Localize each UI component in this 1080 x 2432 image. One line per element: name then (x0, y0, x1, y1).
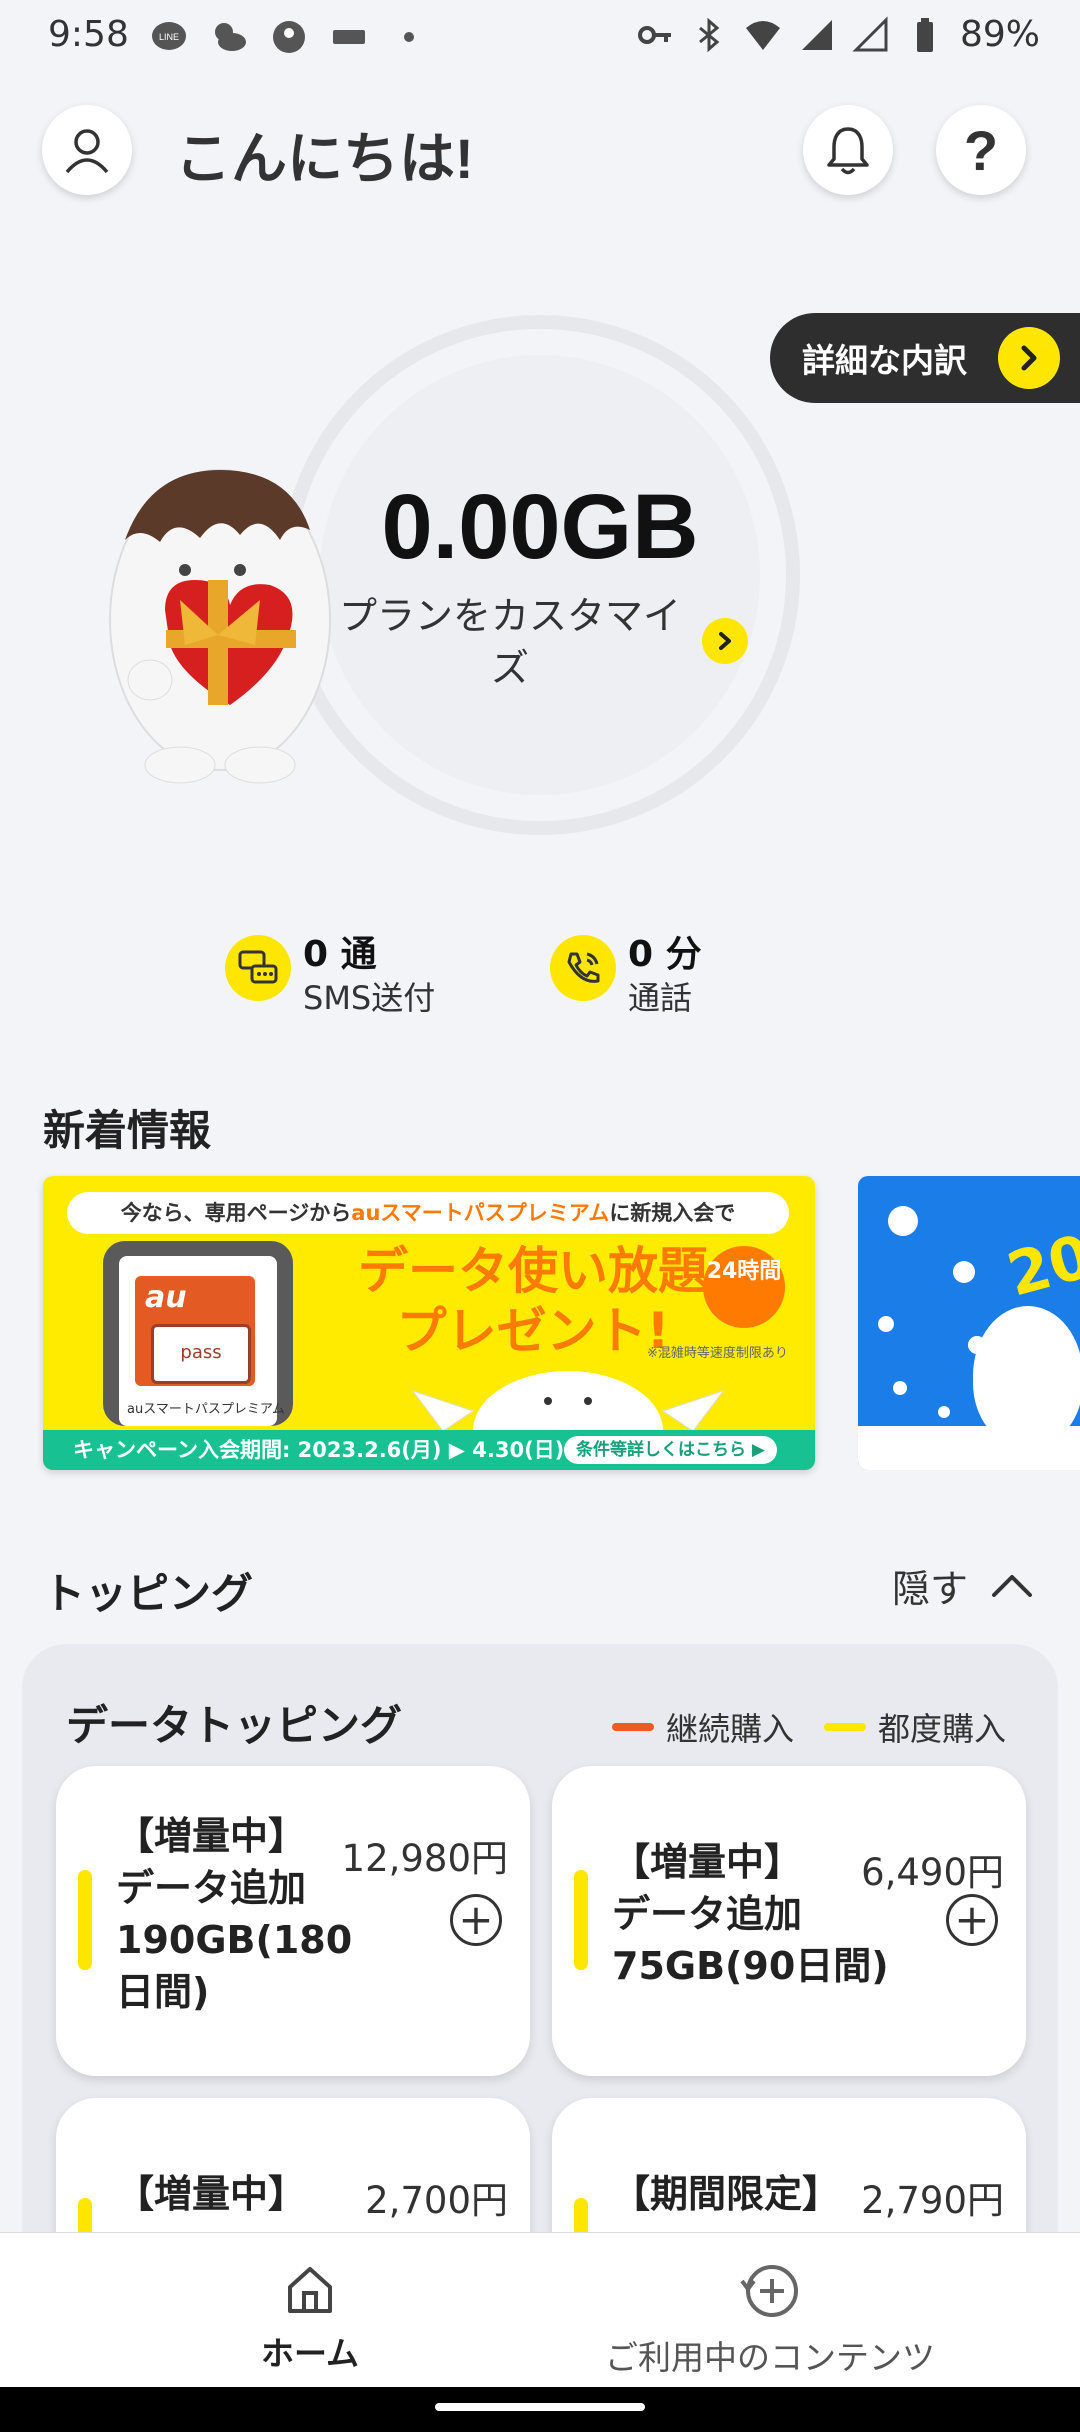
nav-home-label: ホーム (260, 2334, 359, 2373)
weather-icon (215, 23, 246, 51)
status-time: 9:58 (48, 14, 129, 55)
topping-card-title: 【期間限定】 (612, 2172, 841, 2216)
signal-icon (801, 19, 832, 50)
system-icons: 89% (636, 14, 1040, 55)
one-time-indicator (78, 1870, 92, 1970)
battery-icon (916, 17, 933, 52)
one-time-indicator (574, 1870, 588, 1970)
sms-count: 0 通 (303, 934, 377, 975)
nitori-icon (333, 30, 365, 44)
legend-one-time: 都度購入 (824, 1704, 1006, 1750)
hide-topping-toggle[interactable]: 隠す (892, 1558, 1034, 1613)
user-icon (65, 129, 109, 174)
topping-card-title: 【増量中】 データ追加 190GB(180 日間) (116, 1814, 353, 2014)
add-icon[interactable]: + (946, 1894, 998, 1946)
banner-phone-label: auスマートパスプレミアム (127, 1402, 285, 1417)
topping-card-price: 12,980円 (341, 1837, 508, 1880)
hide-label: 隠す (892, 1567, 969, 1611)
gesture-bar (0, 2387, 1080, 2432)
vpn-key-icon (637, 25, 671, 44)
banner2-year: 20 (1000, 1221, 1080, 1311)
banner-headline: 今なら、専用ページからauスマートパスプレミアムに新規入会で (67, 1192, 789, 1234)
snow-dot (938, 1406, 950, 1418)
topping-card[interactable]: 【増量中】 データ追加 190GB(180 日間) 12,980円 + (56, 1766, 530, 2076)
topping-card-price: 6,490円 (861, 1851, 1004, 1894)
profile-button[interactable] (42, 105, 132, 195)
call-minutes: 0 分 (628, 934, 702, 975)
topping-card-title: 【増量中】 (116, 2172, 307, 2216)
topping-card-price: 2,790円 (861, 2179, 1004, 2222)
home-gesture-handle[interactable] (435, 2403, 645, 2411)
wifi-icon (745, 20, 780, 50)
signal-icon-2 (852, 15, 888, 51)
chevron-up-icon (992, 1574, 1033, 1597)
data-amount: 0.00GB (381, 476, 699, 578)
banner-24h-badge: 24時間 (703, 1246, 785, 1328)
nav-home[interactable]: ホーム (230, 2261, 390, 2375)
legend-label: 継続購入 (666, 1710, 795, 1748)
data-topping-title: データトッピング (66, 1701, 403, 1750)
greeting: こんにちは! (175, 127, 474, 190)
phone-icon (550, 935, 616, 1001)
banner-top-brand: auスマートパスプレミアム (351, 1201, 610, 1225)
chevron-right-icon[interactable] (702, 618, 748, 664)
pass-card-brand: au (145, 1280, 187, 1315)
news-banner-2[interactable]: 20 (858, 1176, 1080, 1470)
app-icon (273, 21, 305, 53)
dot-icon (404, 32, 414, 42)
nav-contents-label: ご利用中のコンテンツ (605, 2338, 935, 2377)
topping-card[interactable]: 【増量中】 データ追加 75GB(90日間) 6,490円 + (552, 1766, 1026, 2076)
campaign-text: キャンペーン入会期間: 2023.2.6(月) ▶ 4.30(日) (73, 1438, 565, 1462)
add-icon[interactable]: + (450, 1894, 502, 1946)
battery-percent: 89% (959, 14, 1040, 55)
snow-dot (893, 1381, 907, 1395)
header: こんにちは! ? (0, 100, 1080, 200)
banner-campaign-period: キャンペーン入会期間: 2023.2.6(月) ▶ 4.30(日) 条件等詳しく… (43, 1430, 815, 1470)
chevron-right-icon (998, 327, 1060, 389)
notifications-button[interactable] (803, 105, 893, 195)
refresh-add-icon (740, 2265, 798, 2317)
snow-dot (878, 1316, 894, 1332)
bottom-nav: ホーム ご利用中のコンテンツ (0, 2232, 1080, 2387)
svg-text:LINE: LINE (159, 32, 179, 42)
help-button[interactable]: ? (936, 105, 1026, 195)
snow-dot (888, 1206, 918, 1236)
bluetooth-icon (699, 17, 720, 52)
breakdown-label: 詳細な内訳 (802, 341, 967, 380)
snow-dot (953, 1261, 975, 1283)
sms-label: SMS送付 (303, 979, 436, 1017)
legend-label: 都度購入 (878, 1710, 1007, 1748)
mascot-wings-illustration (411, 1371, 725, 1441)
bell-icon (827, 127, 869, 175)
banner-top-prefix: 今なら、専用ページから (120, 1201, 352, 1225)
legend-swatch-one-time (824, 1723, 866, 1731)
legend-swatch-continuous (612, 1723, 654, 1731)
news-banner-au-pass[interactable]: 今なら、専用ページからauスマートパスプレミアムに新規入会で au pass a… (43, 1176, 815, 1470)
banner-main-line1: データ使い放題 (358, 1242, 708, 1300)
conditions-link[interactable]: 条件等詳しくはこちら ▶ (564, 1436, 777, 1464)
nav-contents[interactable]: ご利用中のコンテンツ (590, 2261, 950, 2379)
topping-card-price: 2,700円 (365, 2179, 508, 2222)
mascot-illustration (973, 1306, 1080, 1446)
home-icon (288, 2267, 332, 2313)
detailed-breakdown-button[interactable]: 詳細な内訳 (770, 313, 1080, 403)
pass-card-label: pass (151, 1324, 251, 1384)
customize-plan-link[interactable]: プランをカスタマイズ (330, 590, 690, 694)
line-icon: LINE (152, 22, 186, 50)
banner-top-suffix: に新規入会で (609, 1201, 736, 1225)
status-bar: 9:58 LINE 89% (0, 0, 1080, 75)
topping-card-title: 【増量中】 データ追加 75GB(90日間) (612, 1840, 889, 1988)
notification-icons: LINE (150, 18, 428, 56)
legend-continuous: 継続購入 (612, 1704, 794, 1750)
news-title: 新着情報 (43, 1106, 212, 1155)
topping-title: トッピング (43, 1569, 254, 1618)
banner-note: ※混雑時等速度制限あり (647, 1346, 788, 1361)
call-label: 通話 (628, 979, 693, 1017)
sms-icon (225, 935, 291, 1001)
banner2-ground (858, 1426, 1080, 1470)
